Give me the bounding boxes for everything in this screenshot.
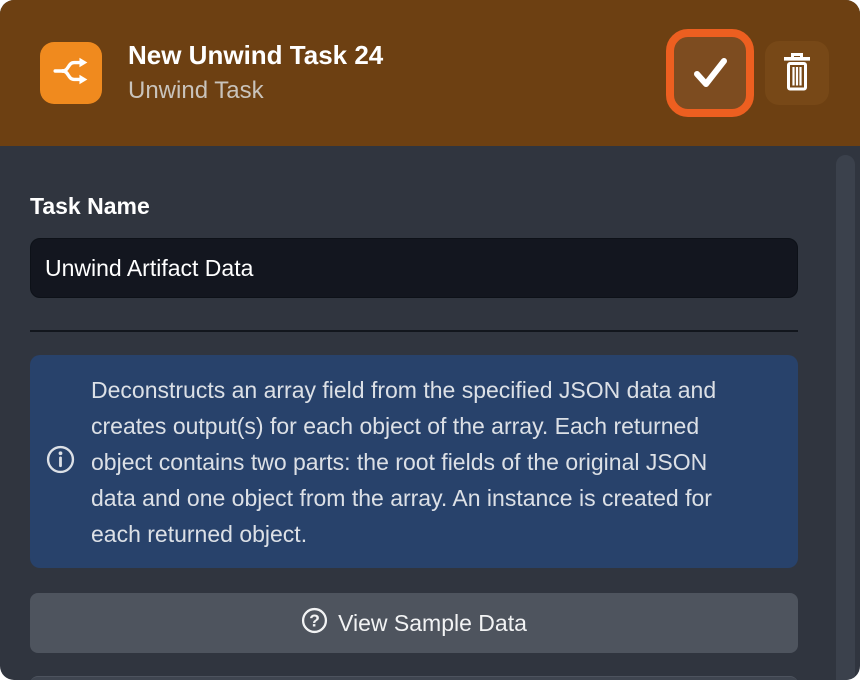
vertical-scrollbar-thumb[interactable] xyxy=(836,155,855,680)
task-name-input[interactable] xyxy=(30,238,798,298)
checkmark-icon xyxy=(687,49,733,98)
next-section-partial xyxy=(30,676,798,680)
task-header: New Unwind Task 24 Unwind Task xyxy=(0,0,860,146)
view-sample-data-label: View Sample Data xyxy=(338,610,527,637)
task-type-badge xyxy=(40,42,102,104)
task-description-text: Deconstructs an array field from the spe… xyxy=(91,372,751,552)
task-form: Task Name Deconstructs an array field fr… xyxy=(30,193,798,680)
section-divider xyxy=(30,330,798,332)
confirm-button[interactable] xyxy=(666,29,754,117)
info-circle-icon xyxy=(46,445,75,479)
split-arrows-icon xyxy=(52,52,90,95)
task-name-label: Task Name xyxy=(30,193,798,220)
task-subtitle: Unwind Task xyxy=(128,77,666,105)
delete-button[interactable] xyxy=(765,41,829,105)
task-titles: New Unwind Task 24 Unwind Task xyxy=(128,41,666,106)
task-title: New Unwind Task 24 xyxy=(128,41,666,71)
svg-text:?: ? xyxy=(309,610,320,630)
unwind-task-panel: New Unwind Task 24 Unwind Task xyxy=(0,0,860,680)
trash-icon xyxy=(780,52,814,95)
question-circle-icon: ? xyxy=(301,607,328,640)
task-description-callout: Deconstructs an array field from the spe… xyxy=(30,355,798,568)
view-sample-data-button[interactable]: ? View Sample Data xyxy=(30,593,798,653)
